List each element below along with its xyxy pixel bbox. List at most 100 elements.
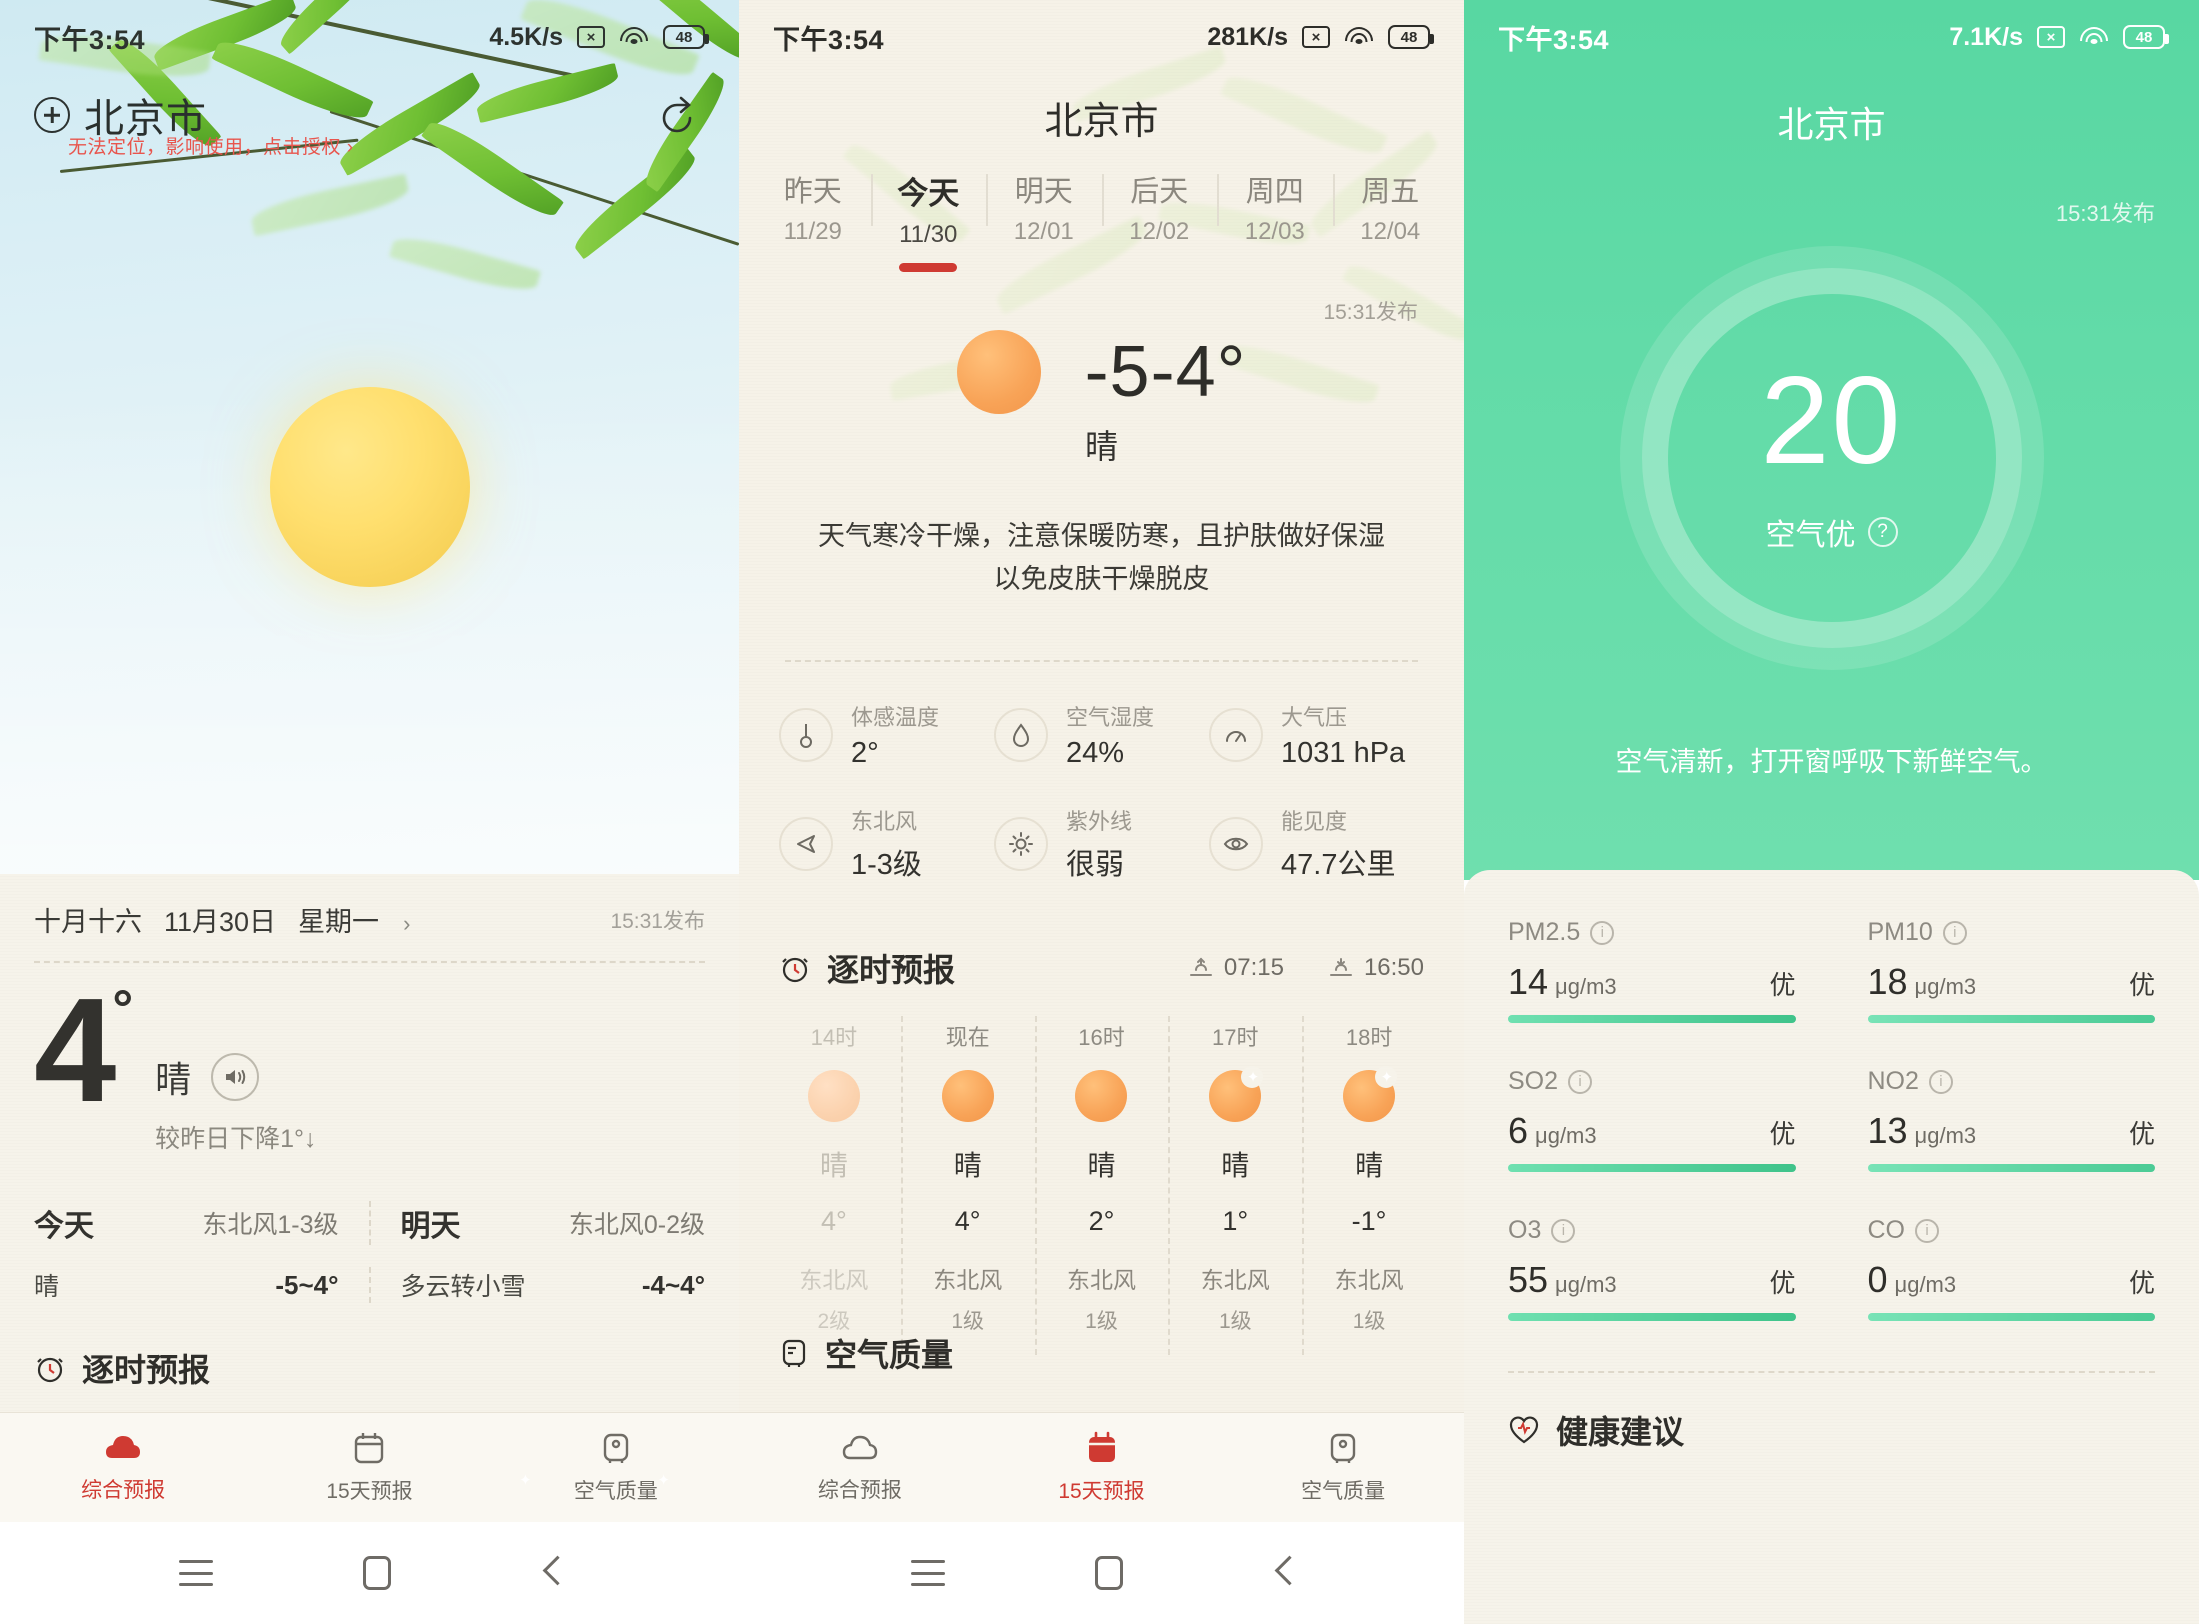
hour-item[interactable]: 16时 晴 2° 东北风 1级 — [1034, 1010, 1169, 1355]
battery-icon: 48 — [2123, 25, 2169, 49]
tomorrow-label: 明天 — [400, 1210, 461, 1243]
sun-icon — [956, 330, 1041, 414]
info-icon[interactable]: i — [1915, 1218, 1939, 1243]
nav-comprehensive-forecast[interactable]: 综合预报 — [0, 1432, 246, 1504]
pollutant-bar — [1867, 1015, 2155, 1023]
pollutant-item: CO i 0 μg/m3 优 — [1832, 1216, 2155, 1365]
date-row[interactable]: 十月十六 11月30日 星期一 › 15:31发布 — [0, 874, 739, 961]
weather-details-grid: 体感温度 2° 空气湿度 24% 大气压 1031 hPa 东北风 1-3级 紫… — [779, 700, 1424, 917]
menu-icon[interactable] — [910, 1560, 945, 1586]
detail-item: 紫外线 很弱 — [994, 804, 1209, 883]
health-advice-title: 健康建议 — [1556, 1414, 1685, 1450]
sun-dim-icon — [807, 1070, 860, 1122]
calendar-icon — [355, 1432, 384, 1463]
weather-tip: 天气寒冷干燥，注意保暖防寒，且护肤做好保湿以免皮肤干燥脱皮 — [818, 521, 1385, 595]
detail-item: 大气压 1031 hPa — [1209, 700, 1424, 770]
info-icon[interactable]: i — [1568, 1069, 1593, 1094]
sun-illustration — [269, 387, 470, 587]
moon-icon: ✦ — [1343, 1066, 1398, 1122]
share-icon[interactable] — [655, 92, 699, 136]
today-condition: 晴 — [34, 1273, 60, 1301]
current-weather-block: 4° 晴 较昨日下降1°↓ — [0, 963, 739, 1155]
day-tab[interactable]: 昨天 11/29 — [755, 168, 871, 282]
sun-icon — [1075, 1070, 1128, 1122]
sunset-icon — [1329, 958, 1352, 976]
hourly-forecast-header: 逐时预报 — [0, 1303, 739, 1391]
sun-icon — [941, 1070, 994, 1122]
sunset-time-group: 16:50 — [1328, 954, 1424, 982]
home-icon[interactable] — [1094, 1556, 1123, 1590]
add-location-icon[interactable] — [34, 97, 70, 133]
x-icon: × — [1302, 26, 1330, 48]
pollutant-bar — [1508, 1164, 1796, 1172]
back-icon[interactable] — [541, 1556, 561, 1590]
detail-item: 体感温度 2° — [779, 700, 994, 770]
panel-air-quality: 下午3:54 7.1K/s × 48 北京市 15:31发布 20 空气优 ? … — [1464, 0, 2199, 1624]
day-tab[interactable]: 明天 12/01 — [986, 168, 1102, 282]
wifi-icon — [619, 25, 649, 49]
system-nav-panel1[interactable] — [0, 1522, 739, 1624]
droplet-icon — [994, 708, 1048, 762]
pollutant-bar — [1508, 1313, 1796, 1321]
question-icon[interactable]: ? — [1867, 517, 1898, 547]
nav-air-quality[interactable]: 空气质量 — [493, 1431, 739, 1505]
publish-time: 15:31发布 — [610, 909, 705, 933]
heart-shield-icon — [1509, 1416, 1539, 1444]
hour-item[interactable]: 18时 ✦ 晴 -1° 东北风 1级 — [1302, 1010, 1436, 1355]
hour-item[interactable]: 现在 晴 4° 东北风 1级 — [900, 1010, 1035, 1355]
main-temperature-block: -5-4° — [739, 330, 1464, 414]
speaker-icon[interactable] — [211, 1053, 260, 1101]
day-tabs[interactable]: 昨天 11/29 今天 11/30 明天 12/01 后天 12/02 周四 1… — [739, 168, 1464, 282]
chevron-right-icon: › — [346, 137, 354, 158]
status-time: 下午3:54 — [34, 24, 146, 55]
system-nav-panel2[interactable] — [739, 1522, 1464, 1624]
bottom-nav-panel2[interactable]: 综合预报 15天预报 空气质量 — [739, 1412, 1464, 1522]
network-speed: 7.1K/s — [1949, 22, 2023, 51]
city-name: 北京市 — [1044, 101, 1159, 143]
info-icon[interactable]: i — [1942, 920, 1967, 945]
day-tab-active[interactable]: 今天 11/30 — [870, 168, 987, 282]
day-tab[interactable]: 周四 12/03 — [1217, 168, 1333, 282]
network-speed: 281K/s — [1207, 22, 1288, 51]
alarm-clock-icon — [37, 1357, 63, 1383]
info-icon[interactable]: i — [1551, 1218, 1576, 1243]
nav-air-quality[interactable]: 空气质量 — [1222, 1431, 1464, 1505]
active-indicator — [899, 263, 958, 272]
nav-15day-forecast[interactable]: 15天预报 — [981, 1431, 1223, 1505]
two-day-summary: 今天 东北风1-3级 明天 东北风0-2级 晴 -5~4° 多云转小雪 -4~4… — [0, 1201, 739, 1303]
panel-15day-forecast: 下午3:54 281K/s × 48 北京市 昨天 11/29 今天 11/30… — [739, 0, 1464, 1624]
pollutant-bar — [1867, 1313, 2155, 1321]
back-icon[interactable] — [1273, 1556, 1293, 1590]
wifi-icon — [1344, 25, 1374, 49]
condition-text: 晴 — [1085, 428, 1118, 465]
pollutant-item: O3 i 55 μg/m3 优 — [1508, 1216, 1832, 1365]
hour-item[interactable]: 17时 ✦ 晴 1° 东北风 1级 — [1168, 1010, 1302, 1355]
info-icon[interactable]: i — [1928, 1069, 1953, 1094]
uv-sun-icon — [994, 816, 1048, 871]
location-warning-text: 无法定位，影响使用，点击授权 — [68, 137, 342, 158]
home-icon[interactable] — [362, 1556, 391, 1590]
hour-item[interactable]: 14时 晴 4° 东北风 2级 — [767, 1010, 901, 1345]
degree-symbol: ° — [112, 980, 133, 1038]
cloud-icon — [106, 1435, 141, 1458]
sunrise-time-group: 07:15 — [1188, 954, 1284, 982]
menu-icon[interactable] — [178, 1560, 213, 1586]
tomorrow-range: -4~4° — [641, 1269, 705, 1300]
nav-comprehensive-forecast[interactable]: 综合预报 — [739, 1432, 981, 1504]
gauge-icon — [1209, 708, 1263, 762]
today-range: -5~4° — [275, 1269, 339, 1300]
battery-icon: 48 — [663, 25, 709, 49]
nav-15day-forecast[interactable]: 15天预报 — [246, 1431, 492, 1505]
info-icon[interactable]: i — [1590, 920, 1615, 945]
hourly-list-panel2[interactable]: 14时 晴 4° 东北风 2级 现在 晴 4° 东北风 1级 16时 晴 2° … — [767, 1010, 1436, 1355]
eye-icon — [1209, 816, 1263, 871]
pollutant-item: PM2.5 i 14 μg/m3 优 — [1508, 918, 1832, 1067]
location-permission-warning[interactable]: 无法定位，影响使用，点击授权 › — [68, 132, 354, 159]
pollutant-item: PM10 i 18 μg/m3 优 — [1832, 918, 2155, 1067]
air-quality-title: 空气质量 — [825, 1337, 954, 1373]
day-tab[interactable]: 周五 12/04 — [1332, 168, 1449, 282]
day-tab[interactable]: 后天 12/02 — [1101, 168, 1218, 282]
hourly-forecast-header: 逐时预报 07:15 16:50 — [779, 945, 1424, 991]
bottom-nav-panel1[interactable]: 综合预报 15天预报 空气质量 — [0, 1412, 739, 1522]
aqi-label-group: 空气优 ? — [1464, 510, 2199, 554]
